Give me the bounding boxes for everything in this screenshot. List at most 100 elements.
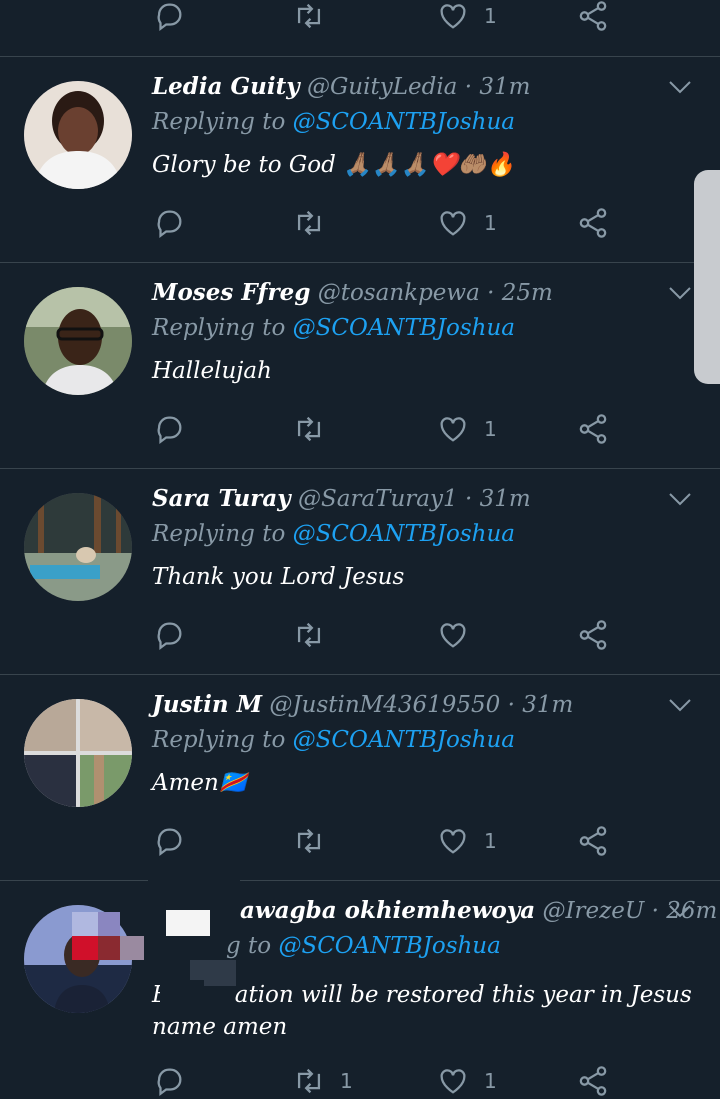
retweet-button[interactable] (292, 411, 340, 447)
share-button[interactable] (576, 617, 610, 653)
share-button[interactable] (576, 0, 610, 34)
timestamp[interactable]: 25m (502, 280, 553, 306)
retweet-count: 1 (340, 1069, 353, 1093)
tweet-actions: 1 (152, 205, 622, 241)
heart-icon (440, 417, 466, 442)
tweet[interactable]: Moses Ffreg @tosankpewa · 25m Replying t… (0, 262, 720, 469)
heart-icon (440, 623, 466, 648)
avatar[interactable] (24, 287, 132, 395)
reply-prefix: Replying to (152, 109, 286, 135)
retweet-button[interactable] (292, 823, 340, 859)
user-handle[interactable]: @IrezeU (542, 898, 644, 924)
tweet-text: Bl ation will be restored this year in J… (152, 982, 700, 1040)
tweet[interactable]: Sara Turay @SaraTuray1 · 31m Replying to… (0, 468, 720, 675)
retweet-button[interactable] (292, 617, 340, 653)
reply-button[interactable] (152, 823, 186, 859)
reply-icon (157, 210, 182, 239)
tweet-header: Sara Turay @SaraTuray1 · 31m (152, 485, 531, 512)
share-icon (579, 826, 607, 856)
tweet[interactable]: Ledia Guity @GuityLedia · 31m Replying t… (0, 56, 720, 263)
like-count: 1 (484, 417, 497, 441)
mention-link[interactable]: @SCOANTBJoshua (293, 109, 515, 135)
scrollbar[interactable] (694, 170, 720, 384)
reply-icon (157, 416, 182, 445)
avatar[interactable] (24, 699, 132, 807)
heart-icon (440, 1069, 466, 1094)
separator: · (464, 486, 473, 512)
display-name[interactable]: awagba okhiemhewoya (240, 897, 535, 924)
like-button[interactable] (436, 617, 484, 653)
reply-icon (157, 1068, 182, 1097)
retweet-icon (297, 210, 321, 236)
chevron-down-icon[interactable] (668, 903, 692, 919)
tweet-header: Moses Ffreg @tosankpewa · 25m (152, 279, 553, 306)
reply-icon (157, 828, 182, 857)
reply-prefix: g to (226, 933, 272, 959)
retweet-icon (297, 416, 321, 442)
tweet-actions: 1 (152, 823, 622, 859)
avatar[interactable] (24, 493, 132, 601)
display-name[interactable]: Sara Turay (152, 485, 291, 512)
avatar[interactable] (24, 81, 132, 189)
chevron-down-icon[interactable] (668, 79, 692, 95)
reply-button[interactable] (152, 205, 186, 241)
retweet-button[interactable] (292, 205, 340, 241)
reply-button[interactable] (152, 617, 186, 653)
heart-icon (440, 829, 466, 854)
tweet-header: awagba okhiemhewoya @IrezeU · 26m (240, 897, 717, 924)
separator: · (487, 280, 495, 306)
tweet-header: Justin M @JustinM43619550 · 31m (152, 691, 573, 718)
reply-icon (157, 3, 182, 32)
like-button[interactable]: 1 (436, 411, 497, 447)
separator: · (651, 898, 659, 924)
tweet-text: Amen🇨🇩 (152, 770, 248, 796)
chevron-down-icon[interactable] (668, 697, 692, 713)
reply-button[interactable] (152, 411, 186, 447)
replying-to: Replying to @SCOANTBJoshua (152, 727, 515, 753)
user-handle[interactable]: @GuityLedia (307, 74, 457, 100)
user-handle[interactable]: @JustinM43619550 (269, 692, 500, 718)
separator: · (464, 74, 473, 100)
display-name[interactable]: Justin M (152, 691, 262, 718)
timestamp[interactable]: 31m (479, 74, 530, 100)
tweet-actions (152, 617, 622, 653)
reply-prefix: Replying to (152, 727, 286, 753)
reply-icon (157, 622, 182, 651)
share-icon (579, 620, 607, 650)
share-button[interactable] (576, 205, 610, 241)
user-handle[interactable]: @tosankpewa (318, 280, 480, 306)
chevron-down-icon[interactable] (668, 491, 692, 507)
share-icon (579, 1, 607, 31)
like-button[interactable]: 1 (436, 205, 497, 241)
share-icon (579, 414, 607, 444)
retweet-button[interactable] (292, 0, 326, 34)
reply-button[interactable] (152, 0, 186, 34)
retweet-icon (297, 828, 321, 854)
display-name[interactable]: Moses Ffreg (152, 279, 310, 306)
user-handle[interactable]: @SaraTuray1 (298, 486, 458, 512)
tweet[interactable]: Justin M @JustinM43619550 · 31m Replying… (0, 674, 720, 881)
like-count: 1 (484, 1069, 497, 1093)
replying-to: Replying to @SCOANTBJoshua (152, 109, 515, 135)
tweet-header: Ledia Guity @GuityLedia · 31m (152, 73, 530, 100)
tweet-actions-top: 1 (152, 0, 622, 34)
retweet-icon (297, 622, 321, 648)
replying-to: g to @SCOANTBJoshua (226, 933, 501, 959)
share-icon (579, 1066, 607, 1096)
like-button[interactable]: 1 (436, 0, 497, 34)
like-button[interactable]: 1 (436, 823, 497, 859)
reply-prefix: Replying to (152, 521, 286, 547)
share-button[interactable] (576, 411, 610, 447)
like-count: 1 (484, 4, 497, 28)
timestamp[interactable]: 31m (480, 486, 531, 512)
mention-link[interactable]: @SCOANTBJoshua (278, 933, 500, 959)
like-count: 1 (484, 829, 497, 853)
mention-link[interactable]: @SCOANTBJoshua (293, 727, 515, 753)
timestamp[interactable]: 31m (522, 692, 573, 718)
mention-link[interactable]: @SCOANTBJoshua (293, 315, 515, 341)
mention-link[interactable]: @SCOANTBJoshua (293, 521, 515, 547)
display-name[interactable]: Ledia Guity (152, 73, 300, 100)
share-button[interactable] (576, 823, 610, 859)
tweet-actions: 1 (152, 411, 622, 447)
chevron-down-icon[interactable] (668, 285, 692, 301)
